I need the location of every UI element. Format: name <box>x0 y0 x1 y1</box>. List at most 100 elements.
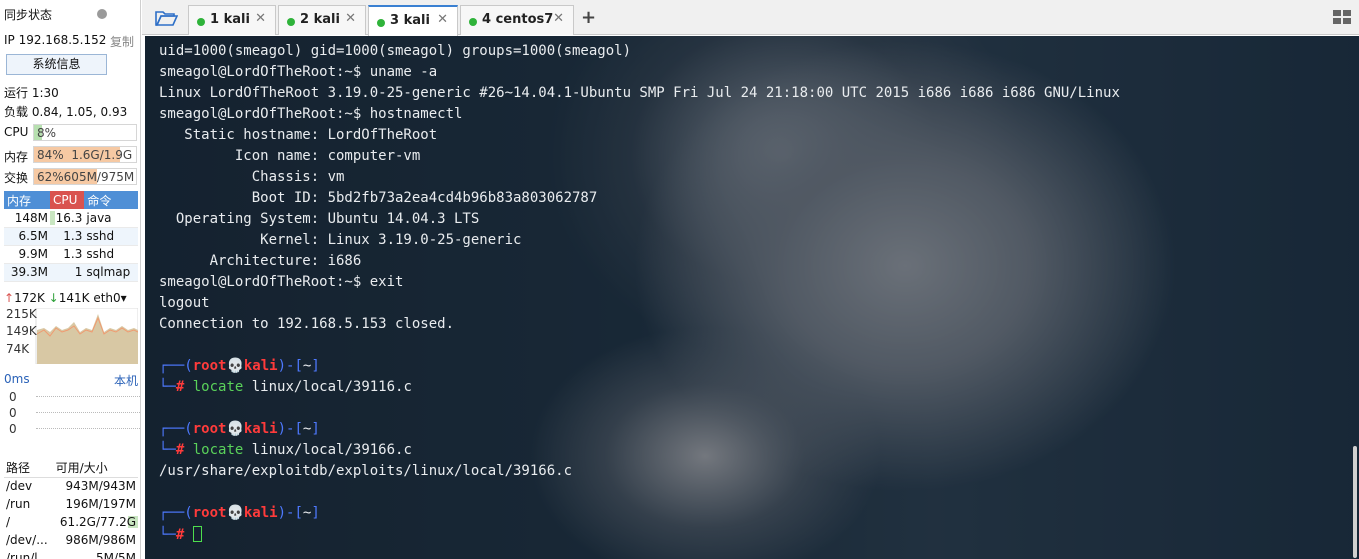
process-row[interactable]: 148M 16.3 java <box>4 209 138 228</box>
tab-2-kali[interactable]: 2 kali ✕ <box>278 5 366 35</box>
connected-dot-icon <box>197 18 205 26</box>
terminal-line: Connection to 192.168.5.153 closed. <box>159 316 455 332</box>
process-cmd: sshd <box>84 227 138 246</box>
cpu-value: 8% <box>37 126 57 140</box>
memory-percent: 84% <box>37 148 64 162</box>
terminal-cursor[interactable] <box>192 526 202 542</box>
disk-size: 986M/986M <box>65 533 136 547</box>
disk-row[interactable]: / 61.2G/77.2G <box>4 513 138 531</box>
upload-arrow-icon: ↑ <box>4 291 15 305</box>
interface-select[interactable]: eth0▾ <box>93 291 126 305</box>
disk-size: 5M/5M <box>95 551 136 559</box>
sync-status-dot <box>97 9 107 19</box>
ping-value: 0 <box>9 422 17 436</box>
process-cmd: sshd <box>84 245 138 264</box>
ping-gridline <box>36 428 140 429</box>
disk-header-path: 路径 <box>4 459 54 478</box>
cpu-label: CPU <box>4 125 29 139</box>
tab-label: 4 centos7 <box>482 12 554 27</box>
skull-icon: 💀 <box>226 505 244 521</box>
process-row[interactable]: 6.5M 1.3 sshd <box>4 227 138 246</box>
ip-address: IP 192.168.5.152 <box>4 33 107 47</box>
process-header-cmd[interactable]: 命令 <box>84 191 138 209</box>
terminal-line: smeagol@LordOfTheRoot:~$ exit <box>159 274 404 290</box>
close-icon[interactable]: ✕ <box>255 11 266 26</box>
disk-size: 61.2G/77.2G <box>59 515 138 529</box>
disk-row[interactable]: /run 196M/197M <box>4 495 138 513</box>
process-mem: 148M <box>4 209 50 228</box>
process-header-mem[interactable]: 内存 <box>4 191 50 209</box>
disk-header-size: 可用/大小 <box>53 459 138 478</box>
ping-graph: 0 0 0 <box>4 386 140 442</box>
command-line: └─# locate linux/local/39116.c <box>159 379 412 395</box>
process-cpu-bar <box>49 211 56 225</box>
network-graph: 215K 149K 74K <box>4 307 139 365</box>
process-cmd: sqlmap <box>84 263 138 282</box>
connected-dot-icon <box>469 18 477 26</box>
process-mem: 6.5M <box>4 227 50 246</box>
network-header: ↑172K ↓141K eth0▾ <box>4 291 138 307</box>
command-line: └─# locate linux/local/39166.c <box>159 442 412 458</box>
process-table: 内存 CPU 命令 148M 16.3 java 6.5M 1.3 sshd 9… <box>4 191 138 282</box>
process-row[interactable]: 39.3M 1 sqlmap <box>4 263 138 282</box>
open-folder-button[interactable] <box>154 8 179 28</box>
swap-percent: 62% <box>37 170 64 184</box>
close-icon[interactable]: ✕ <box>553 11 564 26</box>
disk-path: / <box>6 515 11 529</box>
layout-grid-button[interactable] <box>1333 10 1351 24</box>
disk-table: 路径 可用/大小 /dev 943M/943M /run 196M/197M /… <box>4 459 138 559</box>
download-arrow-icon: ↓ <box>48 291 59 305</box>
close-icon[interactable]: ✕ <box>345 11 356 26</box>
system-info-button[interactable]: 系统信息 <box>6 54 107 75</box>
disk-path: /run/l... <box>6 551 50 559</box>
terminal-line: Boot ID: 5bd2fb73a2ea4cd4b96b83a80306278… <box>159 190 598 206</box>
ping-gridline <box>36 412 140 413</box>
terminal-line: Architecture: i686 <box>159 253 362 269</box>
terminal-line: logout <box>159 295 210 311</box>
tab-1-kali[interactable]: 1 kali ✕ <box>188 5 276 35</box>
swap-meter: 62%605M/975M <box>33 168 137 185</box>
network-graph-svg: 215K 149K 74K <box>6 307 139 365</box>
terminal-line: smeagol@LordOfTheRoot:~$ uname -a <box>159 64 438 80</box>
new-tab-button[interactable]: + <box>581 7 596 28</box>
memory-value: 84% 1.6G/1.9G <box>37 148 132 162</box>
tab-4-centos7[interactable]: 4 centos7 ✕ <box>460 5 574 35</box>
session-tab-bar: 1 kali ✕ 2 kali ✕ 3 kali ✕ 4 centos7 ✕ + <box>142 0 1359 36</box>
terminal-line: smeagol@LordOfTheRoot:~$ hostnamectl <box>159 106 463 122</box>
connected-dot-icon <box>287 18 295 26</box>
close-icon[interactable]: ✕ <box>437 12 448 27</box>
ping-gridline <box>36 396 140 397</box>
process-cmd: java <box>84 209 138 228</box>
folder-icon <box>155 11 179 26</box>
process-cpu: 16.3 <box>49 209 85 228</box>
terminal-line: Linux LordOfTheRoot 3.19.0-25-generic #2… <box>159 85 1120 101</box>
disk-row[interactable]: /run/l... 5M/5M <box>4 549 138 559</box>
prompt-line: ┌──(root💀kali)-[~] <box>159 421 320 437</box>
tab-label: 2 kali <box>300 12 340 27</box>
disk-row[interactable]: /dev 943M/943M <box>4 477 138 495</box>
process-row[interactable]: 9.9M 1.3 sshd <box>4 245 138 264</box>
disk-row[interactable]: /dev/... 986M/986M <box>4 531 138 549</box>
terminal-pane[interactable]: uid=1000(smeagol) gid=1000(smeagol) grou… <box>145 36 1359 559</box>
process-mem: 39.3M <box>4 263 50 282</box>
grid-layout-icon <box>1333 10 1351 24</box>
tab-3-kali[interactable]: 3 kali ✕ <box>368 5 458 36</box>
memory-label: 内存 <box>4 150 29 164</box>
connected-dot-icon <box>377 19 385 27</box>
sync-status-title: 同步状态 <box>4 8 53 22</box>
load-average: 负载 0.84, 1.05, 0.93 <box>4 105 128 119</box>
process-header-cpu[interactable]: CPU <box>49 191 85 209</box>
cpu-meter: 8% <box>33 124 137 141</box>
terminal-line: Icon name: computer-vm <box>159 148 421 164</box>
prompt-line: ┌──(root💀kali)-[~] <box>159 505 320 521</box>
terminal-line: uid=1000(smeagol) gid=1000(smeagol) grou… <box>159 43 632 59</box>
command-input-line[interactable]: └─# <box>159 526 202 544</box>
skull-icon: 💀 <box>226 421 244 437</box>
disk-size: 943M/943M <box>65 479 136 494</box>
ping-header: 0ms 本机 <box>4 372 138 388</box>
download-rate: 141K <box>58 291 90 305</box>
uptime: 运行 1:30 <box>4 86 59 100</box>
disk-size: 196M/197M <box>65 497 136 511</box>
terminal-scrollbar[interactable] <box>1353 446 1357 558</box>
copy-ip-button[interactable]: 复制 <box>110 33 134 50</box>
